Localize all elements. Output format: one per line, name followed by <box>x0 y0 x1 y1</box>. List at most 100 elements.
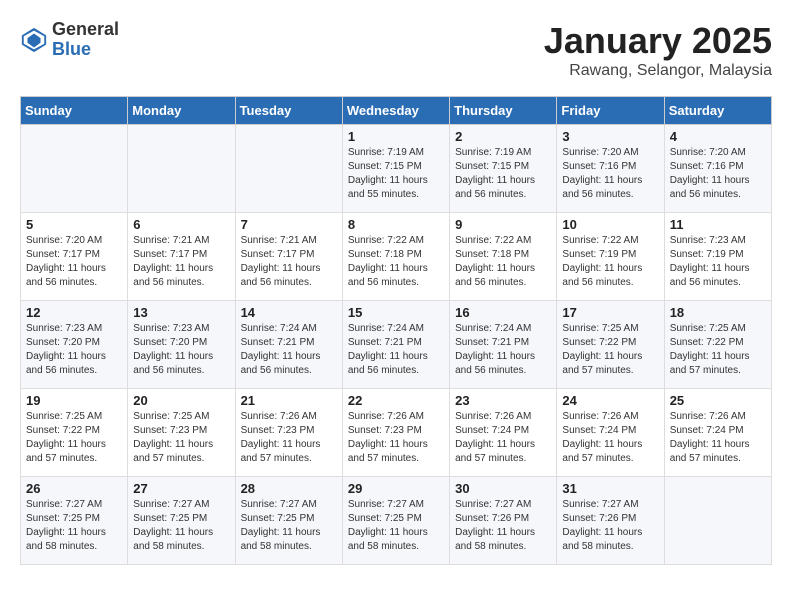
calendar-cell: 15Sunrise: 7:24 AMSunset: 7:21 PMDayligh… <box>342 301 449 389</box>
calendar-cell: 25 Sunrise: 7:26 AMSunset: 7:24 PMDayligh… <box>664 389 771 477</box>
calendar-cell: 3 Sunrise: 7:20 AMSunset: 7:16 PMDaylight… <box>557 125 664 213</box>
month-title: January 2025 <box>544 20 772 62</box>
day-info: Sunrise: 7:27 AMSunset: 7:25 PMDaylight:… <box>348 498 444 554</box>
day-number: 31 <box>562 481 658 496</box>
day-number: 20 <box>133 393 229 408</box>
calendar-cell: 26 Sunrise: 7:27 AMSunset: 7:25 PMDayligh… <box>21 477 128 565</box>
day-info: Sunrise: 7:25 AMSunset: 7:22 PMDaylight:… <box>562 322 658 378</box>
weekday-header-saturday: Saturday <box>664 97 771 125</box>
day-info: Sunrise: 7:26 AMSunset: 7:24 PMDaylight:… <box>670 410 766 466</box>
day-info: Sunrise: 7:22 AMSunset: 7:18 PMDaylight:… <box>348 234 444 290</box>
day-number: 22 <box>348 393 444 408</box>
calendar-cell: 31 Sunrise: 7:27 AMSunset: 7:26 PMDayligh… <box>557 477 664 565</box>
day-number: 18 <box>670 305 766 320</box>
day-number: 6 <box>133 217 229 232</box>
day-info: Sunrise: 7:27 AMSunset: 7:25 PMDaylight:… <box>241 498 337 554</box>
day-number: 29 <box>348 481 444 496</box>
day-number: 1 <box>348 129 444 144</box>
calendar-cell: 6 Sunrise: 7:21 AMSunset: 7:17 PMDaylight… <box>128 213 235 301</box>
calendar-cell: 14 Sunrise: 7:24 AMSunset: 7:21 PMDayligh… <box>235 301 342 389</box>
day-info: Sunrise: 7:21 AMSunset: 7:17 PMDaylight:… <box>133 234 229 290</box>
day-number: 25 <box>670 393 766 408</box>
day-number: 9 <box>455 217 551 232</box>
day-info: Sunrise: 7:26 AMSunset: 7:24 PMDaylight:… <box>562 410 658 466</box>
day-number: 13 <box>133 305 229 320</box>
calendar-cell: 21 Sunrise: 7:26 AMSunset: 7:23 PMDayligh… <box>235 389 342 477</box>
calendar-cell: 7 Sunrise: 7:21 AMSunset: 7:17 PMDaylight… <box>235 213 342 301</box>
day-number: 5 <box>26 217 122 232</box>
location-title: Rawang, Selangor, Malaysia <box>544 62 772 80</box>
day-number: 23 <box>455 393 551 408</box>
calendar-cell: 1 Sunrise: 7:19 AMSunset: 7:15 PMDaylight… <box>342 125 449 213</box>
day-number: 24 <box>562 393 658 408</box>
calendar-cell: 2Sunrise: 7:19 AMSunset: 7:15 PMDaylight… <box>450 125 557 213</box>
day-info: Sunrise: 7:26 AMSunset: 7:23 PMDaylight:… <box>348 410 444 466</box>
day-number: 30 <box>455 481 551 496</box>
day-info: Sunrise: 7:19 AMSunset: 7:15 PMDaylight:… <box>455 146 551 202</box>
day-info: Sunrise: 7:22 AMSunset: 7:19 PMDaylight:… <box>562 234 658 290</box>
calendar-cell: 24 Sunrise: 7:26 AMSunset: 7:24 PMDayligh… <box>557 389 664 477</box>
calendar-cell: 8 Sunrise: 7:22 AMSunset: 7:18 PMDaylight… <box>342 213 449 301</box>
weekday-header-sunday: Sunday <box>21 97 128 125</box>
calendar-cell: 22 Sunrise: 7:26 AMSunset: 7:23 PMDayligh… <box>342 389 449 477</box>
day-number: 14 <box>241 305 337 320</box>
calendar-cell: 30Sunrise: 7:27 AMSunset: 7:26 PMDayligh… <box>450 477 557 565</box>
day-info: Sunrise: 7:21 AMSunset: 7:17 PMDaylight:… <box>241 234 337 290</box>
weekday-header-thursday: Thursday <box>450 97 557 125</box>
day-number: 3 <box>562 129 658 144</box>
calendar-cell <box>664 477 771 565</box>
calendar-cell <box>235 125 342 213</box>
day-number: 26 <box>26 481 122 496</box>
day-number: 4 <box>670 129 766 144</box>
day-info: Sunrise: 7:27 AMSunset: 7:26 PMDaylight:… <box>562 498 658 554</box>
calendar-cell: 18 Sunrise: 7:25 AMSunset: 7:22 PMDayligh… <box>664 301 771 389</box>
weekday-header-friday: Friday <box>557 97 664 125</box>
calendar-cell: 12Sunrise: 7:23 AMSunset: 7:20 PMDayligh… <box>21 301 128 389</box>
calendar-cell: 11 Sunrise: 7:23 AMSunset: 7:19 PMDayligh… <box>664 213 771 301</box>
calendar-cell: 4 Sunrise: 7:20 AMSunset: 7:16 PMDaylight… <box>664 125 771 213</box>
calendar-week-row: 5 Sunrise: 7:20 AMSunset: 7:17 PMDaylight… <box>21 213 772 301</box>
day-info: Sunrise: 7:27 AMSunset: 7:25 PMDaylight:… <box>26 498 122 554</box>
day-info: Sunrise: 7:20 AMSunset: 7:16 PMDaylight:… <box>562 146 658 202</box>
calendar-cell: 5 Sunrise: 7:20 AMSunset: 7:17 PMDaylight… <box>21 213 128 301</box>
calendar-table: SundayMondayTuesdayWednesdayThursdayFrid… <box>20 96 772 565</box>
logo-general: General <box>52 20 119 40</box>
weekday-header-row: SundayMondayTuesdayWednesdayThursdayFrid… <box>21 97 772 125</box>
calendar-cell <box>128 125 235 213</box>
calendar-cell: 20 Sunrise: 7:25 AMSunset: 7:23 PMDayligh… <box>128 389 235 477</box>
calendar-cell <box>21 125 128 213</box>
day-info: Sunrise: 7:24 AMSunset: 7:21 PMDaylight:… <box>348 322 444 378</box>
weekday-header-wednesday: Wednesday <box>342 97 449 125</box>
day-number: 10 <box>562 217 658 232</box>
calendar-week-row: 19 Sunrise: 7:25 AMSunset: 7:22 PMDayligh… <box>21 389 772 477</box>
day-info: Sunrise: 7:25 AMSunset: 7:22 PMDaylight:… <box>670 322 766 378</box>
day-number: 11 <box>670 217 766 232</box>
day-number: 7 <box>241 217 337 232</box>
day-info: Sunrise: 7:19 AMSunset: 7:15 PMDaylight:… <box>348 146 444 202</box>
day-info: Sunrise: 7:20 AMSunset: 7:17 PMDaylight:… <box>26 234 122 290</box>
day-info: Sunrise: 7:23 AMSunset: 7:19 PMDaylight:… <box>670 234 766 290</box>
day-info: Sunrise: 7:27 AMSunset: 7:25 PMDaylight:… <box>133 498 229 554</box>
calendar-cell: 13Sunrise: 7:23 AMSunset: 7:20 PMDayligh… <box>128 301 235 389</box>
day-info: Sunrise: 7:24 AMSunset: 7:21 PMDaylight:… <box>455 322 551 378</box>
calendar-week-row: 26 Sunrise: 7:27 AMSunset: 7:25 PMDayligh… <box>21 477 772 565</box>
day-info: Sunrise: 7:20 AMSunset: 7:16 PMDaylight:… <box>670 146 766 202</box>
calendar-cell: 23Sunrise: 7:26 AMSunset: 7:24 PMDayligh… <box>450 389 557 477</box>
day-info: Sunrise: 7:25 AMSunset: 7:22 PMDaylight:… <box>26 410 122 466</box>
logo-icon <box>20 26 48 54</box>
day-number: 19 <box>26 393 122 408</box>
weekday-header-monday: Monday <box>128 97 235 125</box>
day-number: 17 <box>562 305 658 320</box>
day-number: 21 <box>241 393 337 408</box>
weekday-header-tuesday: Tuesday <box>235 97 342 125</box>
day-number: 8 <box>348 217 444 232</box>
day-info: Sunrise: 7:24 AMSunset: 7:21 PMDaylight:… <box>241 322 337 378</box>
calendar-cell: 16 Sunrise: 7:24 AMSunset: 7:21 PMDayligh… <box>450 301 557 389</box>
page-header: General Blue January 2025 Rawang, Selang… <box>20 20 772 80</box>
logo: General Blue <box>20 20 119 60</box>
day-info: Sunrise: 7:26 AMSunset: 7:23 PMDaylight:… <box>241 410 337 466</box>
logo-text: General Blue <box>52 20 119 60</box>
day-number: 16 <box>455 305 551 320</box>
calendar-week-row: 1 Sunrise: 7:19 AMSunset: 7:15 PMDaylight… <box>21 125 772 213</box>
day-info: Sunrise: 7:25 AMSunset: 7:23 PMDaylight:… <box>133 410 229 466</box>
